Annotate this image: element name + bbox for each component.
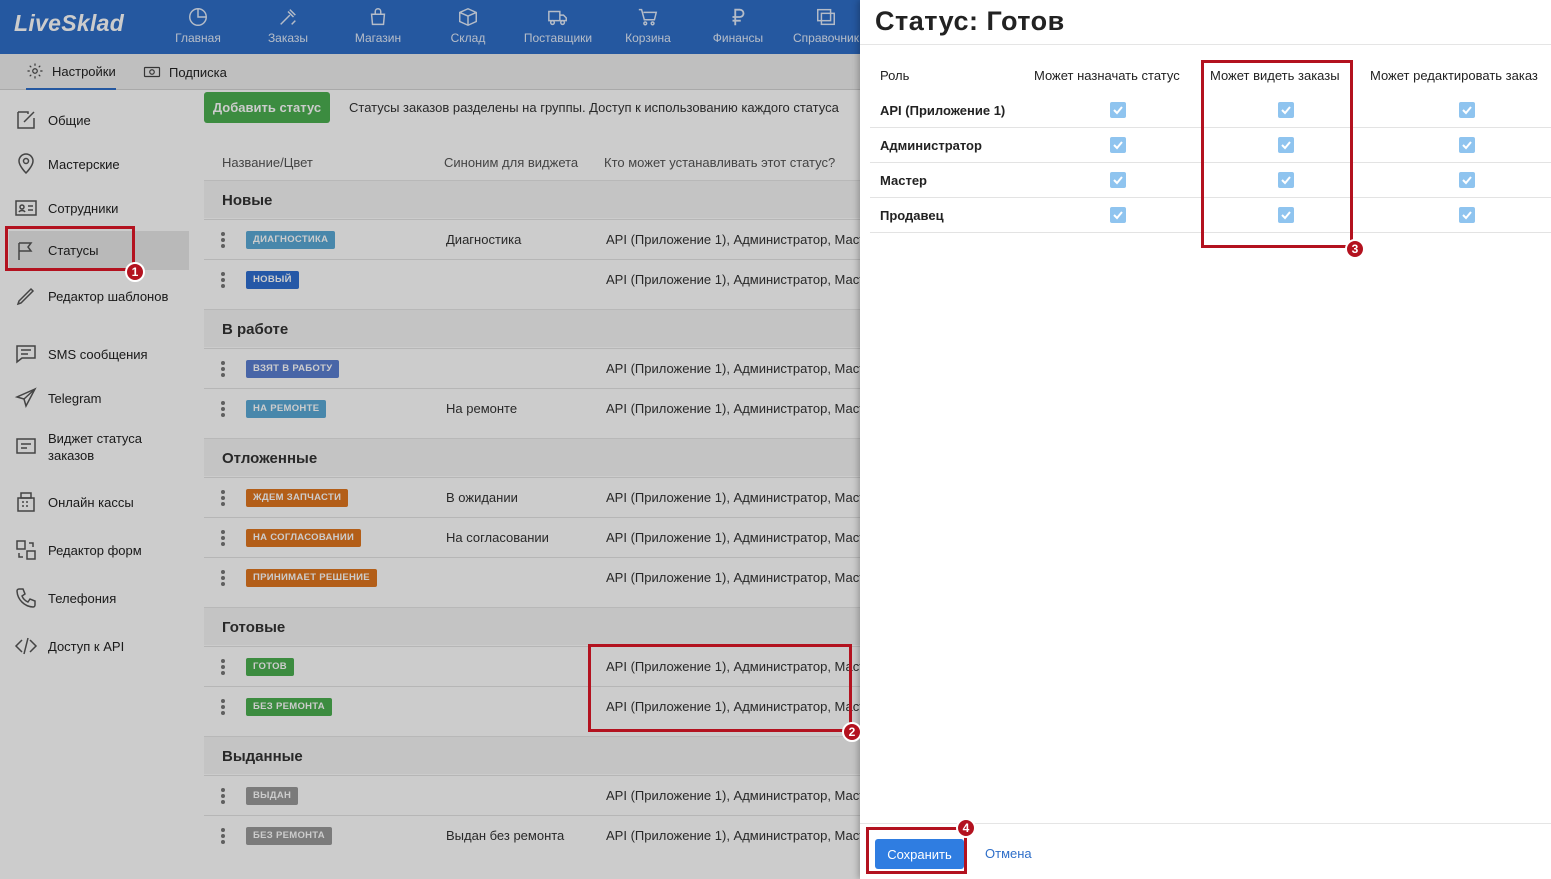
annotation-badge-4: 4 [956,818,976,838]
highlight-can-view-column [1201,60,1353,248]
highlight-statuses [5,226,135,271]
checkbox-edit[interactable] [1459,172,1475,188]
highlight-ready-roles [588,644,852,732]
panel-divider [860,44,1551,45]
modal-backdrop[interactable] [0,0,860,879]
checkbox-assign[interactable] [1110,102,1126,118]
header-role: Роль [880,68,910,83]
annotation-badge-3: 3 [1345,239,1365,259]
checkbox-assign[interactable] [1110,207,1126,223]
role-name: API (Приложение 1) [880,103,1006,118]
checkbox-edit[interactable] [1459,102,1475,118]
checkbox-edit[interactable] [1459,137,1475,153]
role-name: Мастер [880,173,927,188]
checkbox-assign[interactable] [1110,172,1126,188]
annotation-badge-2: 2 [842,722,862,742]
panel-title: Статус: Готов [875,6,1065,36]
highlight-save-button [866,827,967,874]
header-can-assign: Может назначать статус [1034,68,1180,83]
cancel-button[interactable]: Отмена [985,846,1032,861]
header-can-edit: Может редактировать заказ [1370,68,1538,83]
annotation-badge-1: 1 [125,262,145,282]
role-name: Продавец [880,208,944,223]
role-name: Администратор [880,138,982,153]
checkbox-edit[interactable] [1459,207,1475,223]
checkbox-assign[interactable] [1110,137,1126,153]
